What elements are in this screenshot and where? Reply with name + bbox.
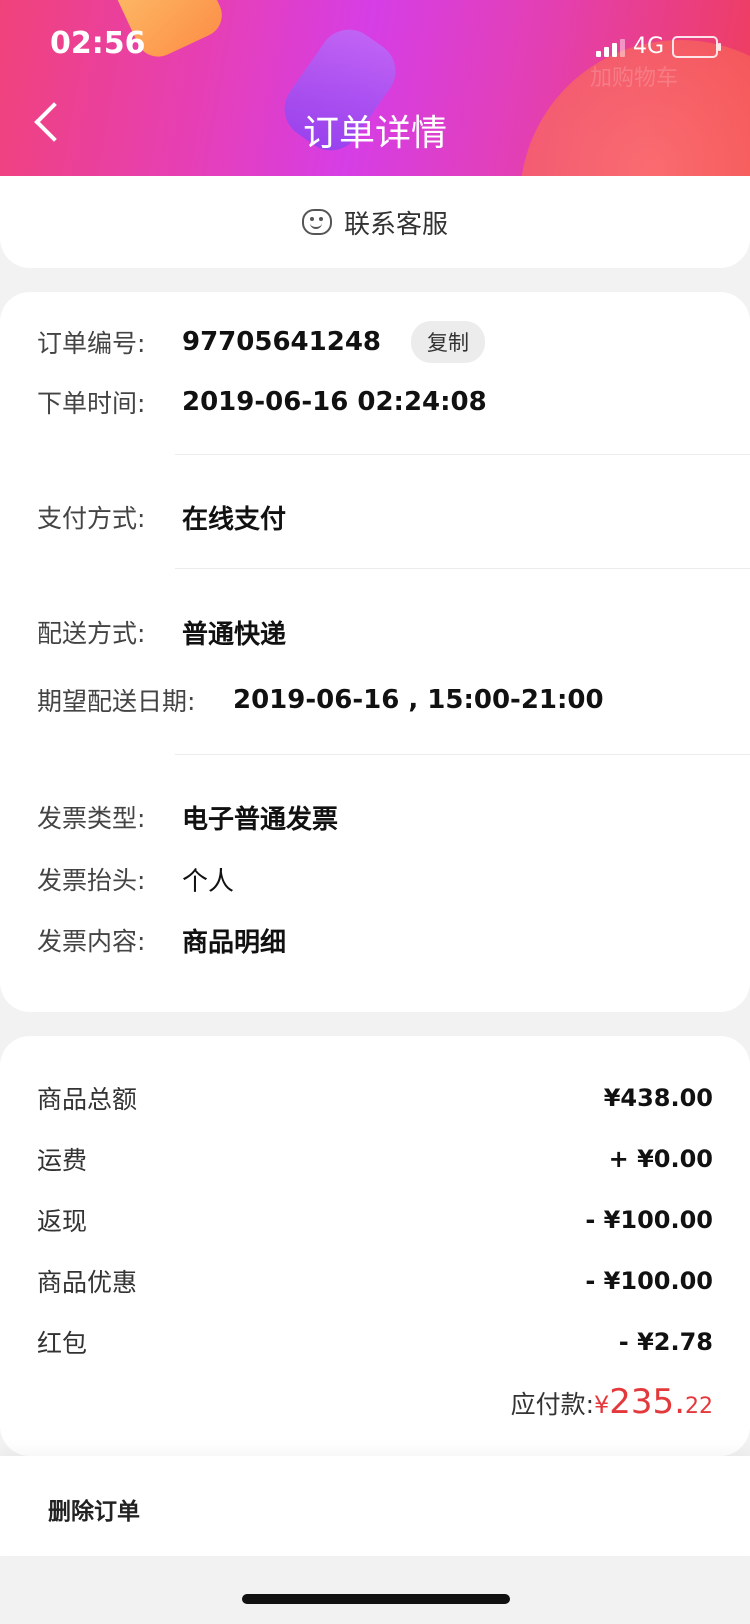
divider [175,454,750,455]
total-main: 235. [609,1382,685,1422]
price-row: 返现 - ¥100.00 [37,1202,713,1238]
home-indicator[interactable] [242,1594,510,1604]
price-value: - ¥100.00 [585,1206,713,1234]
delete-order-button[interactable]: 删除订单 [48,1492,140,1526]
price-label: 运费 [37,1146,88,1175]
divider [175,754,750,755]
total-amount: ¥ 235. 22 [594,1382,713,1422]
invoice-content-value: 商品明细 [182,927,287,958]
status-indicators: 4G [595,34,721,59]
invoice-type-label: 发票类型: [37,804,146,833]
page-title: 订单详情 [302,113,447,154]
invoice-title-label: 发票抬头: [37,866,146,895]
divider [175,568,750,569]
contact-service-button[interactable]: 联系客服 [0,176,750,268]
price-row: 商品总额 ¥438.00 [37,1080,713,1116]
delivery-label: 配送方式: [37,619,146,648]
price-label: 商品总额 [37,1085,138,1114]
total-currency: ¥ [594,1391,610,1419]
order-info-card: 订单编号: 97705641248 复制 下单时间: 2019-06-16 02… [0,292,750,1012]
order-number-row: 订单编号: 97705641248 复制 [37,321,485,363]
total-label: 应付款: [510,1390,595,1419]
contact-service-label: 联系客服 [343,209,448,240]
total-payable: 应付款: ¥ 235. 22 [511,1382,713,1422]
invoice-title-row: 发票抬头: 个人 [37,859,234,899]
expected-date-label: 期望配送日期: [37,687,196,716]
order-time-value: 2019-06-16 02:24:08 [182,387,487,417]
order-number-label: 订单编号: [37,329,146,358]
price-value: + ¥0.00 [608,1145,713,1173]
payment-label: 支付方式: [37,504,146,533]
invoice-type-row: 发票类型: 电子普通发票 [37,797,338,837]
signal-icon [595,37,625,57]
chat-smile-icon [301,209,332,235]
price-value: ¥438.00 [603,1084,713,1112]
bottom-action-bar: 删除订单 [0,1456,750,1556]
payment-row: 支付方式: 在线支付 [37,497,286,537]
delivery-value: 普通快递 [182,619,287,650]
price-label: 商品优惠 [37,1268,138,1297]
price-label: 返现 [37,1207,88,1236]
invoice-content-label: 发票内容: [37,927,146,956]
invoice-title-value: 个人 [182,866,235,897]
invoice-content-row: 发票内容: 商品明细 [37,920,286,960]
expected-date-row: 期望配送日期: 2019-06-16 , 15:00-21:00 [37,680,604,720]
header-watermark: 加购物车 [590,66,679,91]
price-row: 红包 - ¥2.78 [37,1324,713,1360]
network-type: 4G [632,34,664,59]
price-summary-card: 商品总额 ¥438.00 运费 + ¥0.00 返现 - ¥100.00 商品优… [0,1036,750,1456]
status-time: 02:56 [50,26,146,61]
price-label: 红包 [37,1329,88,1358]
price-row: 运费 + ¥0.00 [37,1141,713,1177]
expected-date-value: 2019-06-16 , 15:00-21:00 [233,685,604,715]
order-time-row: 下单时间: 2019-06-16 02:24:08 [37,382,487,422]
order-time-label: 下单时间: [37,389,146,418]
battery-icon [672,35,721,58]
total-fraction: 22 [685,1394,713,1419]
order-number-value: 97705641248 [182,327,381,357]
copy-button[interactable]: 复制 [411,321,485,363]
delivery-row: 配送方式: 普通快递 [37,612,286,652]
price-value: - ¥100.00 [585,1267,713,1295]
header-bar: 加购物车 02:56 4G 订单详情 [0,0,750,176]
price-row: 商品优惠 - ¥100.00 [37,1263,713,1299]
invoice-type-value: 电子普通发票 [182,804,339,835]
payment-value: 在线支付 [182,504,287,535]
price-value: - ¥2.78 [618,1328,713,1356]
